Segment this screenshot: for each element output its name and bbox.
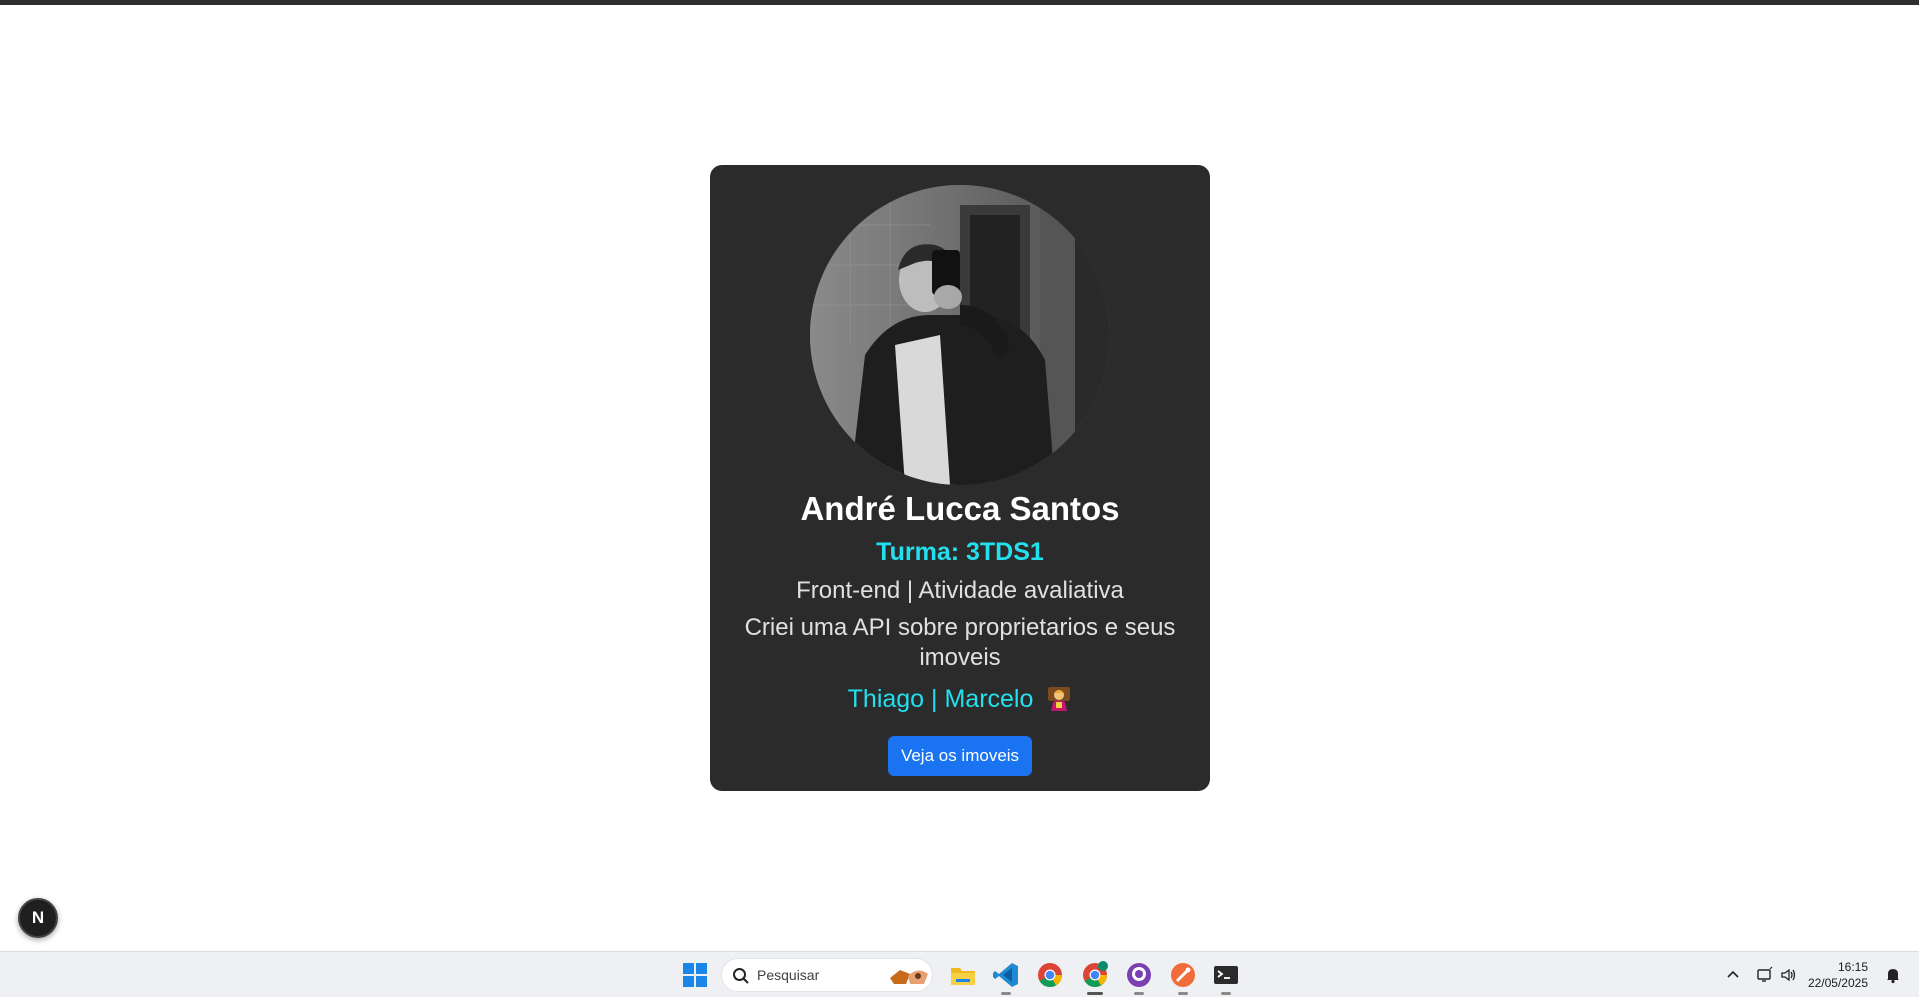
page-content: André Lucca Santos Turma: 3TDS1 Front-en… — [0, 5, 1919, 951]
nextjs-dev-indicator-button[interactable]: N — [18, 898, 58, 938]
terminal-icon[interactable] — [1211, 960, 1241, 995]
github-desktop-icon[interactable] — [1124, 960, 1154, 995]
chrome-profile-icon[interactable] — [1080, 960, 1110, 995]
profile-avatar — [810, 185, 1110, 485]
profile-name: André Lucca Santos — [800, 490, 1120, 527]
profile-teachers: Thiago | Marcelo — [710, 682, 1210, 716]
profile-card: André Lucca Santos Turma: 3TDS1 Front-en… — [710, 165, 1210, 791]
view-properties-button[interactable]: Veja os imoveis — [888, 736, 1032, 776]
profile-role: Front-end | Atividade avaliativa — [796, 577, 1124, 604]
chrome-icon[interactable] — [1035, 960, 1065, 990]
start-icon[interactable] — [680, 960, 710, 990]
github-running-indicator — [1134, 992, 1144, 995]
postman-icon[interactable] — [1168, 960, 1198, 995]
teachers-text: Thiago | Marcelo — [847, 685, 1034, 713]
search-icon — [733, 968, 749, 984]
profile-photo — [810, 185, 1110, 485]
notification-bell-icon[interactable] — [1884, 966, 1902, 984]
file-explorer-icon[interactable] — [948, 960, 978, 990]
vscode-running-indicator — [1001, 992, 1011, 995]
chrome-active-indicator — [1087, 992, 1103, 995]
search-highlight-icon — [890, 970, 928, 984]
taskbar: Pesquisar 16:15 22/05/2025 — [0, 951, 1919, 997]
teacher-emoji-icon — [1046, 685, 1072, 711]
search-placeholder: Pesquisar — [757, 967, 820, 983]
clock-date: 22/05/2025 — [1807, 976, 1868, 990]
taskbar-clock[interactable]: 16:15 22/05/2025 — [1804, 959, 1868, 991]
terminal-running-indicator — [1221, 992, 1231, 995]
profile-turma: Turma: 3TDS1 — [876, 538, 1044, 566]
profile-description: Criei uma API sobre proprietarios e seus… — [744, 614, 1176, 671]
chevron-up-icon[interactable] — [1724, 966, 1742, 984]
vscode-icon[interactable] — [991, 960, 1021, 995]
clock-time: 16:15 — [1837, 960, 1868, 974]
network-icon[interactable] — [1756, 966, 1774, 984]
taskbar-search-box[interactable]: Pesquisar — [721, 958, 933, 992]
volume-icon[interactable] — [1780, 966, 1798, 984]
postman-running-indicator — [1178, 992, 1188, 995]
